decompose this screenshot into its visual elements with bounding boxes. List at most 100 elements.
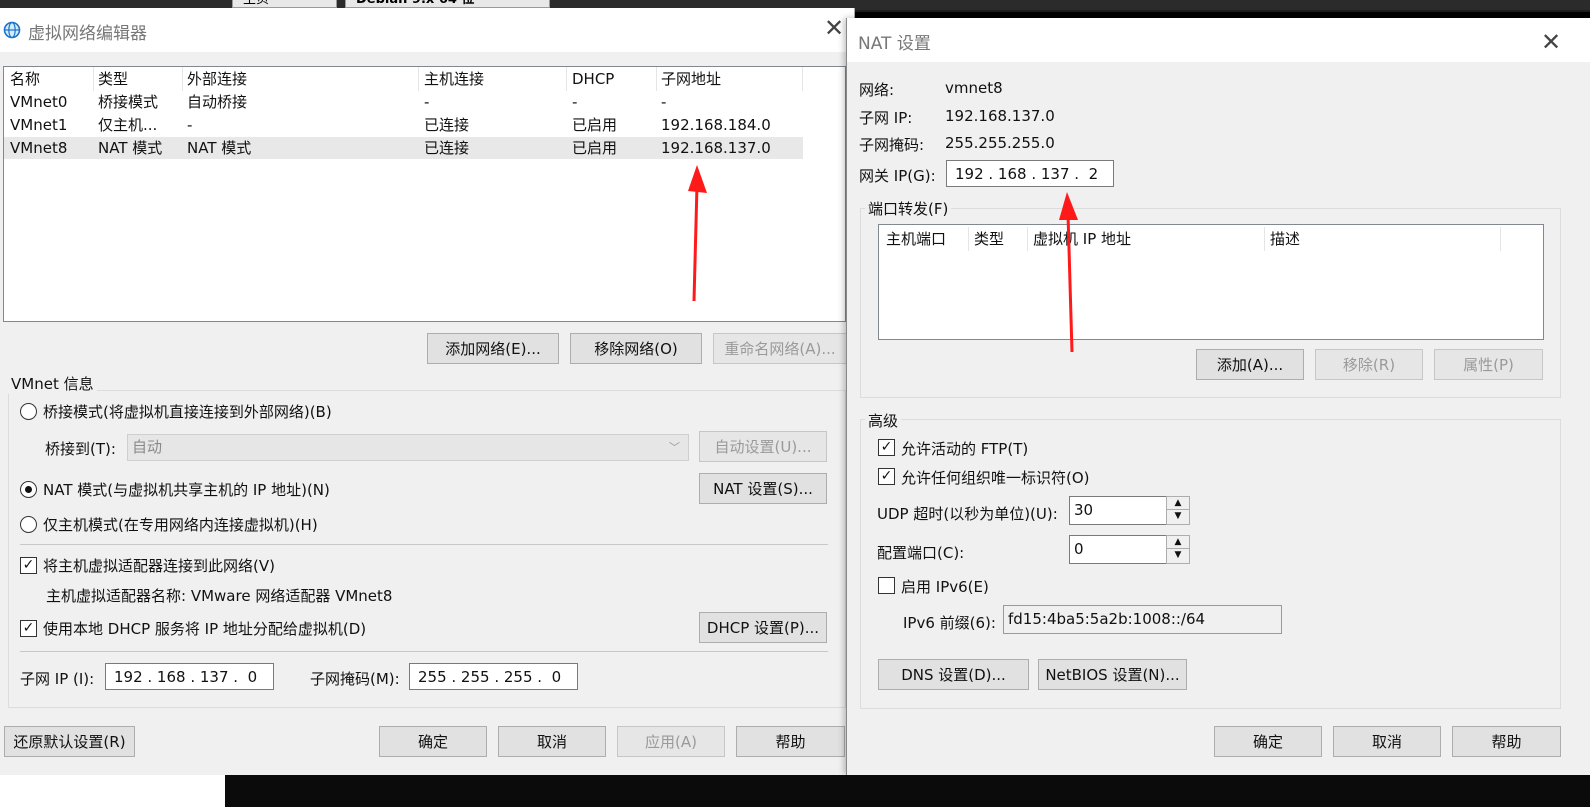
- subnet-ip-input[interactable]: 192 . 168 . 137 . 0: [105, 663, 274, 690]
- spin-down-icon[interactable]: ▼: [1167, 549, 1189, 562]
- nat-title: NAT 设置: [858, 34, 931, 54]
- subnet-ip-label: 子网 IP (I):: [20, 670, 95, 688]
- gateway-ip-input[interactable]: 192 . 168 . 137 . 2: [946, 160, 1114, 187]
- radio-nat[interactable]: [20, 481, 37, 498]
- network-label: 网络:: [859, 81, 895, 99]
- use-dhcp-label[interactable]: 使用本地 DHCP 服务将 IP 地址分配给虚拟机(D): [43, 618, 366, 639]
- column-header-vm-ip[interactable]: 虚拟机 IP 地址: [1033, 227, 1131, 251]
- table-row[interactable]: VMnet0 桥接模式 自动桥接 - - -: [4, 91, 803, 113]
- column-separator: [1500, 227, 1501, 251]
- dhcp-settings-button[interactable]: DHCP 设置(P)...: [699, 612, 827, 643]
- column-header-host-port[interactable]: 主机端口: [886, 227, 946, 251]
- background-panel: [0, 775, 225, 807]
- udp-timeout-stepper[interactable]: ▲ ▼: [1166, 496, 1190, 525]
- nat-help-button[interactable]: 帮助: [1452, 726, 1561, 757]
- checkbox-connect-adapter[interactable]: ✓: [20, 557, 37, 574]
- column-separator: [802, 67, 803, 91]
- cell-name: VMnet1: [10, 116, 68, 134]
- ipv6-prefix-input[interactable]: fd15:4ba5:5a2b:1008::/64: [1003, 605, 1282, 634]
- add-port-forward-button[interactable]: 添加(A)...: [1196, 349, 1304, 380]
- column-header-host[interactable]: 主机连接: [424, 67, 484, 91]
- restore-defaults-button[interactable]: 还原默认设置(R): [4, 726, 135, 757]
- subnet-mask-input[interactable]: 255 . 255 . 255 . 0: [409, 663, 578, 690]
- nat-settings-button[interactable]: NAT 设置(S)...: [699, 473, 827, 504]
- advanced-title: 高级: [865, 410, 902, 431]
- nat-subnet-ip-label: 子网 IP:: [859, 109, 913, 127]
- active-ftp-label[interactable]: 允许活动的 FTP(T): [901, 438, 1028, 459]
- chevron-down-icon: ﹀: [669, 441, 680, 454]
- column-separator: [418, 67, 419, 91]
- nat-ok-button[interactable]: 确定: [1214, 726, 1322, 757]
- radio-bridged-label[interactable]: 桥接模式(将虚拟机直接连接到外部网络)(B): [43, 401, 332, 422]
- remove-port-forward-button[interactable]: 移除(R): [1315, 349, 1423, 380]
- cell-subnet: -: [661, 93, 667, 111]
- spin-up-icon[interactable]: ▲: [1167, 497, 1189, 510]
- background-area: [225, 775, 1590, 807]
- close-icon[interactable]: ✕: [824, 16, 844, 40]
- cancel-button[interactable]: 取消: [498, 726, 606, 757]
- checkbox-active-ftp[interactable]: ✓: [878, 439, 895, 456]
- tab-home[interactable]: 主页: [232, 0, 337, 8]
- bridge-to-value: 自动: [132, 438, 163, 456]
- radio-host-only[interactable]: [20, 516, 37, 533]
- checkbox-use-dhcp[interactable]: ✓: [20, 620, 37, 637]
- cell-dhcp: 已启用: [572, 139, 618, 157]
- column-header-dhcp[interactable]: DHCP: [572, 67, 614, 91]
- properties-button[interactable]: 属性(P): [1434, 349, 1543, 380]
- enable-ipv6-label[interactable]: 启用 IPv6(E): [901, 576, 989, 597]
- nat-subnet-mask-value: 255.255.255.0: [945, 134, 1055, 152]
- column-header-description[interactable]: 描述: [1270, 227, 1300, 251]
- column-header-type[interactable]: 类型: [98, 67, 128, 91]
- column-header-type[interactable]: 类型: [974, 227, 1004, 251]
- apply-button[interactable]: 应用(A): [617, 726, 725, 757]
- vne-titlebar: 虚拟网络编辑器 ✕: [0, 8, 854, 52]
- spin-up-icon[interactable]: ▲: [1167, 536, 1189, 549]
- column-header-name[interactable]: 名称: [10, 67, 40, 91]
- spin-down-icon[interactable]: ▼: [1167, 510, 1189, 523]
- nat-subnet-ip-value: 192.168.137.0: [945, 107, 1055, 125]
- auto-settings-button[interactable]: 自动设置(U)...: [699, 431, 827, 462]
- port-forwarding-list[interactable]: 主机端口 类型 虚拟机 IP 地址 描述: [878, 224, 1544, 340]
- radio-host-only-label[interactable]: 仅主机模式(在专用网络内连接虚拟机)(H): [43, 514, 318, 535]
- udp-timeout-input[interactable]: 30: [1069, 496, 1167, 525]
- divider: [20, 651, 828, 652]
- help-button[interactable]: 帮助: [736, 726, 845, 757]
- add-network-button[interactable]: 添加网络(E)...: [427, 333, 559, 364]
- cell-name: VMnet0: [10, 93, 68, 111]
- cell-type: 桥接模式: [98, 93, 159, 111]
- rename-network-button[interactable]: 重命名网络(A)...: [713, 333, 847, 364]
- column-separator: [1027, 227, 1028, 251]
- column-separator: [182, 67, 183, 91]
- config-port-input[interactable]: 0: [1069, 535, 1167, 564]
- ok-button[interactable]: 确定: [379, 726, 487, 757]
- connect-adapter-label[interactable]: 将主机虚拟适配器连接到此网络(V): [43, 555, 275, 576]
- checkbox-any-oui[interactable]: ✓: [878, 468, 895, 485]
- radio-bridged[interactable]: [20, 403, 37, 420]
- column-header-subnet[interactable]: 子网地址: [661, 67, 721, 91]
- config-port-stepper[interactable]: ▲ ▼: [1166, 535, 1190, 564]
- column-header-external[interactable]: 外部连接: [187, 67, 247, 91]
- vmnet-info-title: VMnet 信息: [8, 373, 97, 394]
- bridge-to-select[interactable]: 自动 ﹀: [127, 434, 689, 461]
- column-separator: [93, 67, 94, 91]
- nat-settings-dialog: NAT 设置 ✕ 网络: vmnet8 子网 IP: 192.168.137.0…: [846, 18, 1590, 775]
- cell-type: NAT 模式: [98, 139, 163, 157]
- gateway-ip-label: 网关 IP(G):: [859, 167, 936, 185]
- netbios-settings-button[interactable]: NetBIOS 设置(N)...: [1038, 659, 1187, 690]
- table-row[interactable]: VMnet1 仅主机... - 已连接 已启用 192.168.184.0: [4, 114, 803, 136]
- any-oui-label[interactable]: 允许任何组织唯一标识符(O): [901, 467, 1090, 488]
- close-icon[interactable]: ✕: [1541, 30, 1561, 54]
- nat-cancel-button[interactable]: 取消: [1333, 726, 1441, 757]
- bridge-to-label: 桥接到(T):: [45, 440, 116, 458]
- table-row-selected[interactable]: VMnet8 NAT 模式 NAT 模式 已连接 已启用 192.168.137…: [4, 137, 803, 159]
- cell-host: 已连接: [424, 116, 470, 134]
- checkbox-enable-ipv6[interactable]: [878, 577, 895, 594]
- remove-network-button[interactable]: 移除网络(O): [570, 333, 702, 364]
- cell-dhcp: 已启用: [572, 116, 618, 134]
- network-list[interactable]: 名称 类型 外部连接 主机连接 DHCP 子网地址 VMnet0 桥接模式 自动…: [3, 66, 846, 322]
- tab-debian-vm[interactable]: Debian 9.x 64 位: [345, 0, 550, 8]
- radio-nat-label[interactable]: NAT 模式(与虚拟机共享主机的 IP 地址)(N): [43, 479, 330, 500]
- cell-external: -: [187, 116, 193, 134]
- dns-settings-button[interactable]: DNS 设置(D)...: [878, 659, 1029, 690]
- cell-external: 自动桥接: [187, 93, 248, 111]
